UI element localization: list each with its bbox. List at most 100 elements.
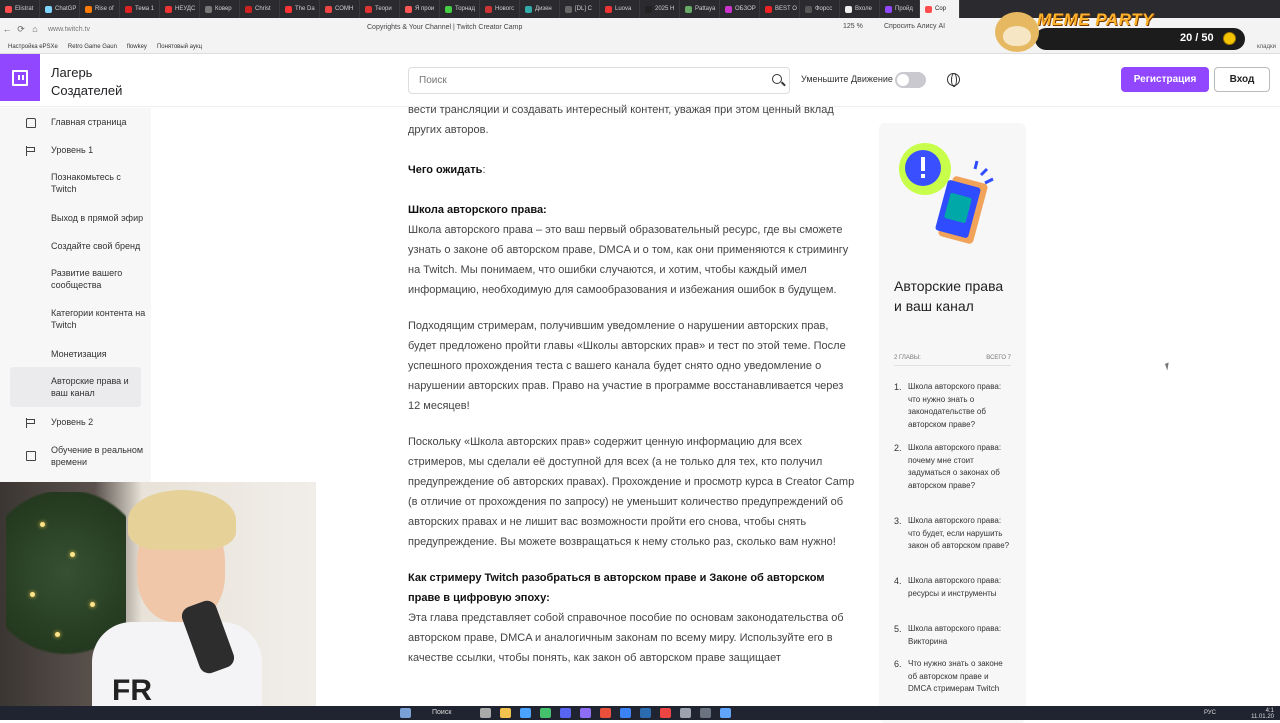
taskbar-app-icon[interactable] xyxy=(660,708,671,718)
tab-label: Новогс xyxy=(495,6,515,12)
chapter-title: Школа авторского права: что нужно знать … xyxy=(908,382,1002,429)
browser-tab[interactable]: Пройд xyxy=(880,0,920,18)
taskbar-app-icon[interactable] xyxy=(700,708,711,718)
login-button[interactable]: Вход xyxy=(1214,67,1270,92)
tab-favicon-icon xyxy=(725,5,732,13)
chapter-link[interactable]: 2. Школа авторского права: почему мне ст… xyxy=(894,442,1019,492)
language-indicator[interactable]: РУС xyxy=(1204,710,1216,716)
taskbar-app-icon[interactable] xyxy=(600,708,611,718)
tab-label: Christ xyxy=(255,6,271,12)
browser-tab[interactable]: Я прои xyxy=(400,0,440,18)
section-heading-text: Как стримеру Twitch разобраться в авторс… xyxy=(408,572,825,604)
sidebar-item-label: Авторские права и ваш канал xyxy=(51,376,129,398)
chapter-link[interactable]: 3. Школа авторского права: что будет, ес… xyxy=(894,515,1019,565)
home-icon[interactable]: ⌂ xyxy=(28,24,42,34)
chapter-link[interactable]: 1. Школа авторского права: что нужно зна… xyxy=(894,381,1019,431)
search-input[interactable] xyxy=(409,68,759,93)
sidebar-item-meet-twitch[interactable]: Познакомьтесь с Twitch xyxy=(10,171,141,197)
browser-tab[interactable]: Elistrat xyxy=(0,0,40,18)
zoom-level[interactable]: 125 % xyxy=(843,23,863,30)
school-paragraph: Школа авторского права – это ваш первый … xyxy=(408,224,849,296)
signpost-icon xyxy=(26,418,36,428)
sidebar-item-level2[interactable]: Уровень 2 xyxy=(10,416,141,430)
sidebar-item-community[interactable]: Развитие вашего сообщества xyxy=(10,267,141,293)
sidebar-item-go-live[interactable]: Выход в прямой эфир xyxy=(10,212,143,226)
shirt-text: FR xyxy=(112,674,152,706)
tab-label: НЕУДС xyxy=(175,6,196,12)
sidebar-item-monetization[interactable]: Монетизация xyxy=(10,348,141,362)
sidebar-item-copyright[interactable]: Авторские права и ваш канал xyxy=(10,367,141,407)
tab-favicon-icon xyxy=(525,5,532,13)
sidebar-item-label: Создайте свой бренд xyxy=(51,241,141,251)
windows-start-icon[interactable] xyxy=(400,708,411,718)
tab-label: Pattaya xyxy=(695,6,716,12)
reload-icon[interactable]: ⟳ xyxy=(14,24,28,35)
browser-tab[interactable]: BEST O xyxy=(760,0,800,18)
globe-icon[interactable] xyxy=(947,73,960,87)
chapter-number: 2. xyxy=(894,443,902,453)
browser-tab[interactable]: Сор xyxy=(920,0,960,18)
section-heading: Как стримеру Twitch разобраться в авторс… xyxy=(408,568,858,608)
course-title: Авторские права и ваш канал xyxy=(894,278,1004,314)
twitch-logo-icon[interactable] xyxy=(0,54,40,101)
browser-tab[interactable]: The Da xyxy=(280,0,320,18)
taskbar-app-icon[interactable] xyxy=(680,708,691,718)
sidebar-item-label: Обучение в реальном времени xyxy=(51,445,144,467)
search-icon[interactable] xyxy=(772,74,782,84)
sidebar-item-label: Познакомьтесь с Twitch xyxy=(51,172,121,194)
taskbar-app-icon[interactable] xyxy=(520,708,531,718)
bookmark-item[interactable]: Понятовый аукц xyxy=(157,44,202,50)
taskbar-app-icon[interactable] xyxy=(620,708,631,718)
browser-tab[interactable]: СОМН xyxy=(320,0,360,18)
taskbar-app-icon[interactable] xyxy=(560,708,571,718)
browser-tab[interactable]: ChatGP xyxy=(40,0,80,18)
browser-tab[interactable]: Ковер xyxy=(200,0,240,18)
browser-tab[interactable]: Тема 1 xyxy=(120,0,160,18)
taskbar-app-icon[interactable] xyxy=(580,708,591,718)
bookmark-item[interactable]: flowkey xyxy=(127,44,147,50)
back-icon[interactable]: ← xyxy=(0,24,14,34)
browser-tab[interactable]: Новогс xyxy=(480,0,520,18)
sidebar-item-level1[interactable]: Уровень 1 xyxy=(10,144,141,158)
taskbar-app-icon[interactable] xyxy=(640,708,651,718)
url-field[interactable]: www.twitch.tv xyxy=(48,26,90,33)
sidebar-item-categories[interactable]: Категории контента на Twitch xyxy=(10,307,145,333)
chapter-link[interactable]: 6. Что нужно знать о законе об авторском… xyxy=(894,658,1019,708)
expect-heading-text: Чего ожидать xyxy=(408,164,483,176)
browser-tab[interactable]: НЕУДС xyxy=(160,0,200,18)
browser-tab[interactable]: Вхоле xyxy=(840,0,880,18)
search-box[interactable] xyxy=(408,67,790,94)
chapter-title: Школа авторского права: что будет, если … xyxy=(908,516,1010,550)
browser-tab[interactable]: Теори xyxy=(360,0,400,18)
taskbar-search[interactable]: Поиск xyxy=(432,709,451,716)
browser-tab[interactable]: [DL] С xyxy=(560,0,600,18)
tab-label: Торнад xyxy=(455,6,476,12)
browser-tab[interactable]: Luova xyxy=(600,0,640,18)
chapter-link[interactable]: 5. Школа авторского права: Викторина xyxy=(894,623,1019,649)
browser-tab[interactable]: Дизен xyxy=(520,0,560,18)
tab-favicon-icon xyxy=(645,5,652,13)
taskbar-app-icon[interactable] xyxy=(720,708,731,718)
register-button[interactable]: Регистрация xyxy=(1121,67,1209,92)
chapter-link[interactable]: 4. Школа авторского права: ресурсы и инс… xyxy=(894,575,1019,613)
taskbar-app-icon[interactable] xyxy=(540,708,551,718)
browser-tab[interactable]: Форсс xyxy=(800,0,840,18)
sidebar-item-realtime[interactable]: Обучение в реальном времени xyxy=(10,444,143,470)
chapters-count-label: 2 ГЛАВЫ: xyxy=(894,355,921,361)
browser-tab[interactable]: Christ xyxy=(240,0,280,18)
sidebar-item-brand[interactable]: Создайте свой бренд xyxy=(10,240,141,254)
bookmark-item[interactable]: Настройка ePSXe xyxy=(8,44,58,50)
taskbar-app-icon[interactable] xyxy=(480,708,491,718)
bookmark-item[interactable]: Retro Game Gaun xyxy=(68,44,117,50)
browser-tab[interactable]: 2025 H xyxy=(640,0,680,18)
browser-tab[interactable]: Торнад xyxy=(440,0,480,18)
brand-title[interactable]: Лагерь Создателей xyxy=(51,64,122,100)
alisa-button[interactable]: Спросить Алису AI xyxy=(884,23,945,30)
browser-tab[interactable]: ОБЗОР xyxy=(720,0,760,18)
browser-tab[interactable]: Pattaya xyxy=(680,0,720,18)
browser-tab[interactable]: Rise of xyxy=(80,0,120,18)
sidebar-item-home[interactable]: Главная страница xyxy=(10,116,141,130)
taskbar-app-icon[interactable] xyxy=(500,708,511,718)
reduce-motion-toggle[interactable] xyxy=(895,72,926,88)
clock[interactable]: 4:1 11.01.20 xyxy=(1251,708,1274,720)
